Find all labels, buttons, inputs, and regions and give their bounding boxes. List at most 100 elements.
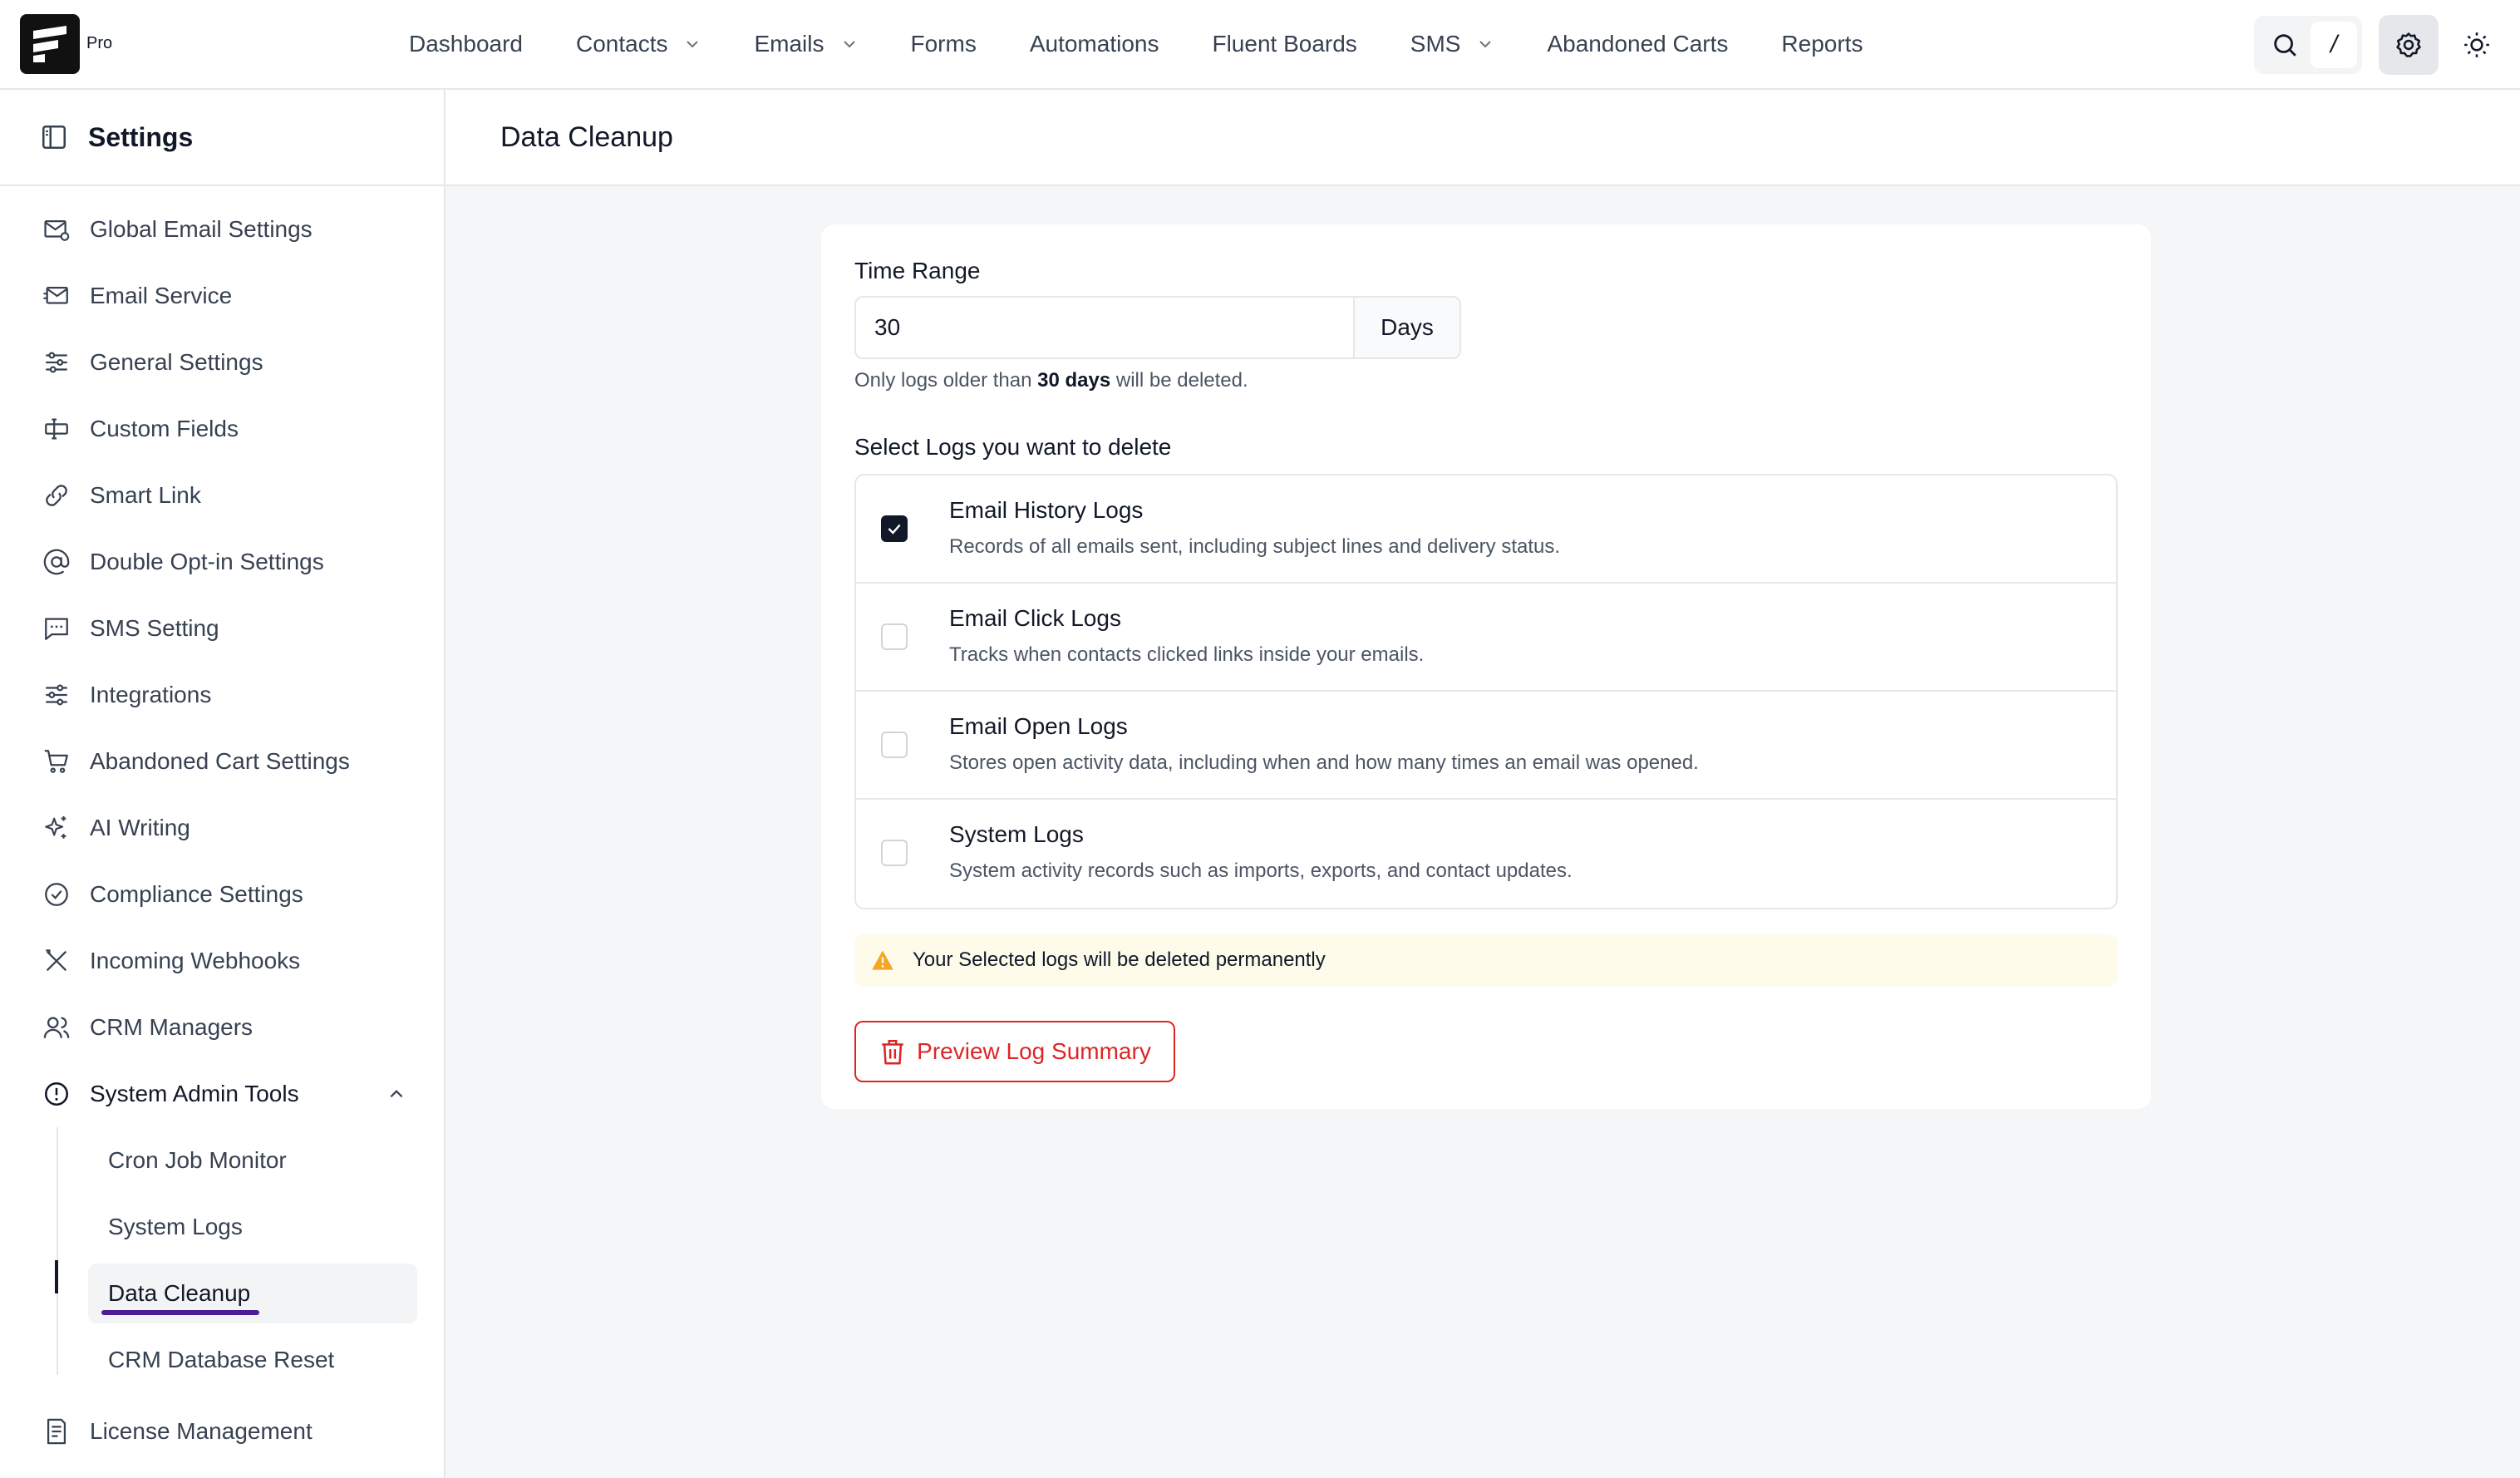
log-option-text: Email Click Logs Tracks when contacts cl…	[949, 605, 1424, 667]
email-history-checkbox[interactable]	[881, 515, 908, 542]
users-icon	[42, 1012, 71, 1042]
log-option-text: System Logs System activity records such…	[949, 821, 1573, 883]
page-title: Data Cleanup	[500, 121, 673, 153]
sidebar-item-label: System Logs	[108, 1214, 243, 1239]
sidebar-item-label: Custom Fields	[90, 416, 239, 441]
sidebar-item-crm-managers[interactable]: CRM Managers	[0, 994, 444, 1061]
sidebar-toggle-icon[interactable]	[40, 123, 68, 151]
cart-icon	[42, 746, 71, 776]
sidebar-item-label: General Settings	[90, 349, 263, 375]
sidebar-item-ai-writing[interactable]: AI Writing	[0, 795, 444, 861]
sidebar-item-label: Data Cleanup	[108, 1280, 251, 1306]
chevron-down-icon	[684, 36, 701, 52]
sidebar-item-label: Smart Link	[90, 482, 201, 508]
sidebar-item-label: SMS Setting	[90, 615, 219, 641]
sidebar-subitem-crm-database-reset[interactable]: CRM Database Reset	[57, 1327, 444, 1393]
sidebar-item-compliance-settings[interactable]: Compliance Settings	[0, 861, 444, 928]
sidebar-item-email-service[interactable]: Email Service	[0, 263, 444, 329]
sidebar-item-global-email-settings[interactable]: Global Email Settings	[0, 196, 444, 263]
time-range-field: 30 Days	[854, 296, 1461, 359]
trash-icon	[879, 1037, 907, 1067]
log-option-system[interactable]: System Logs System activity records such…	[856, 800, 2116, 908]
nav-automations[interactable]: Automations	[1030, 31, 1159, 57]
sidebar-subitem-cron-job-monitor[interactable]: Cron Job Monitor	[57, 1127, 444, 1194]
main-nav: Dashboard Contacts Emails Forms Automati…	[409, 0, 1916, 88]
sidebar-item-abandoned-cart-settings[interactable]: Abandoned Cart Settings	[0, 728, 444, 795]
time-range-input[interactable]: 30	[854, 296, 1353, 359]
nav-fluent-boards[interactable]: Fluent Boards	[1212, 31, 1356, 57]
sidebar-item-integrations[interactable]: Integrations	[0, 662, 444, 728]
time-range-label: Time Range	[854, 258, 981, 283]
nav-label: Emails	[754, 31, 824, 57]
pro-badge: Pro	[86, 34, 113, 52]
log-option-email-history[interactable]: Email History Logs Records of all emails…	[856, 475, 2116, 584]
app-logo[interactable]	[20, 14, 80, 74]
sidebar-item-custom-fields[interactable]: Custom Fields	[0, 396, 444, 462]
data-cleanup-card: Time Range 30 Days Only logs older than …	[821, 224, 2151, 1109]
preview-log-summary-button[interactable]: Preview Log Summary	[854, 1021, 1175, 1082]
logo-mark-icon	[33, 26, 66, 62]
log-options-list: Email History Logs Records of all emails…	[854, 474, 2118, 909]
nav-dashboard[interactable]: Dashboard	[409, 31, 523, 57]
chevron-down-icon	[841, 36, 858, 52]
chevron-down-icon	[1477, 36, 1494, 52]
settings-button[interactable]	[2379, 15, 2439, 75]
nav-abandoned-carts[interactable]: Abandoned Carts	[1547, 31, 1728, 57]
sidebar-item-general-settings[interactable]: General Settings	[0, 329, 444, 396]
gear-icon	[2396, 32, 2421, 57]
theme-toggle-button[interactable]	[2460, 28, 2493, 62]
sidebar-item-label: License Management	[90, 1418, 313, 1444]
system-logs-checkbox[interactable]	[881, 840, 908, 866]
submenu-active-indicator	[55, 1260, 58, 1293]
log-option-title: System Logs	[949, 821, 1084, 847]
top-tools: /	[2254, 15, 2439, 75]
sidebar-item-system-admin-tools[interactable]: System Admin Tools	[0, 1061, 444, 1127]
nav-forms[interactable]: Forms	[911, 31, 977, 57]
sidebar-subitem-data-cleanup[interactable]: Data Cleanup	[88, 1264, 417, 1323]
sliders-icon	[42, 347, 71, 377]
nav-contacts[interactable]: Contacts	[576, 31, 701, 57]
chevron-up-icon[interactable]	[387, 1085, 406, 1103]
sparkles-icon	[42, 813, 71, 843]
mail-send-icon	[42, 281, 71, 311]
time-range-hint: Only logs older than 30 days will be del…	[854, 369, 2118, 392]
link-icon	[42, 480, 71, 510]
sidebar-item-label: Double Opt-in Settings	[90, 549, 324, 574]
sidebar-item-smart-link[interactable]: Smart Link	[0, 462, 444, 529]
sidebar-item-double-opt-in-settings[interactable]: Double Opt-in Settings	[0, 529, 444, 595]
sidebar-item-sms-setting[interactable]: SMS Setting	[0, 595, 444, 662]
nav-sms[interactable]: SMS	[1410, 31, 1494, 57]
nav-label: Automations	[1029, 31, 1159, 57]
system-admin-submenu: Cron Job Monitor System Logs Data Cleanu…	[55, 1127, 444, 1393]
warning-text: Your Selected logs will be deleted perma…	[913, 948, 1326, 971]
log-option-email-open[interactable]: Email Open Logs Stores open activity dat…	[856, 692, 2116, 800]
alert-circle-icon	[42, 1079, 71, 1109]
email-open-checkbox[interactable]	[881, 732, 908, 758]
sidebar-menu: Global Email Settings Email Service Gene…	[0, 186, 444, 1465]
nav-label: Forms	[910, 31, 977, 57]
nav-label: Contacts	[575, 31, 668, 57]
log-option-description: System activity records such as imports,…	[949, 860, 1573, 882]
time-range-unit: Days	[1353, 296, 1461, 359]
nav-reports[interactable]: Reports	[1781, 31, 1863, 57]
sidebar-title: Settings	[88, 121, 194, 152]
search-shortcut-key: /	[2311, 22, 2357, 68]
log-option-description: Stores open activity data, including whe…	[949, 751, 1699, 774]
nav-label: Fluent Boards	[1212, 31, 1357, 57]
sidebar-item-incoming-webhooks[interactable]: Incoming Webhooks	[0, 928, 444, 994]
sun-icon	[2464, 32, 2489, 57]
nav-emails[interactable]: Emails	[754, 31, 857, 57]
log-option-title: Email Click Logs	[949, 605, 1121, 631]
sidebar-item-label: Global Email Settings	[90, 216, 313, 242]
email-click-checkbox[interactable]	[881, 623, 908, 650]
log-option-email-click[interactable]: Email Click Logs Tracks when contacts cl…	[856, 584, 2116, 692]
search-icon	[2274, 34, 2296, 57]
main-content: Data Cleanup Time Range 30 Days Only log…	[445, 90, 2520, 1478]
log-option-description: Tracks when contacts clicked links insid…	[949, 643, 1425, 666]
search-button[interactable]: /	[2254, 16, 2362, 74]
time-range-value: 30	[874, 314, 901, 340]
sidebar-subitem-system-logs[interactable]: System Logs	[57, 1194, 444, 1260]
nav-label: Abandoned Carts	[1547, 31, 1729, 57]
log-option-text: Email History Logs Records of all emails…	[949, 497, 1560, 559]
sidebar-item-license-management[interactable]: License Management	[0, 1398, 444, 1465]
